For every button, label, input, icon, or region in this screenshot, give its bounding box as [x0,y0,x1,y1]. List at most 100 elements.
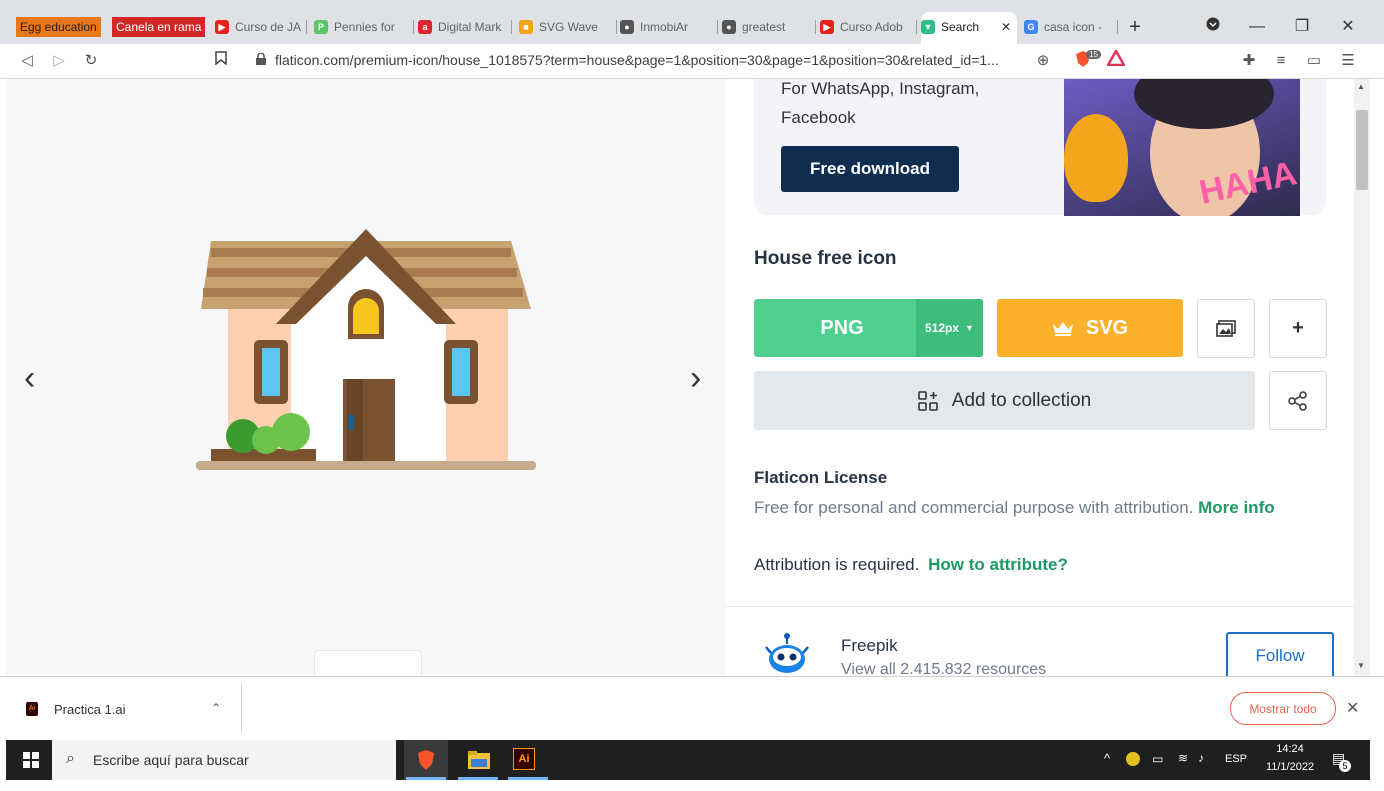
tab-search-icon[interactable] [1196,14,1230,40]
tab-label: Curso de JA [235,20,302,34]
icon-preview-pane: ‹ › [6,79,726,676]
tab-label: Search [941,20,980,34]
url-field[interactable]: flaticon.com/premium-icon/house_1018575?… [275,52,999,68]
forward-icon[interactable]: ▷ [48,50,70,72]
more-options-button[interactable]: + [1269,299,1327,358]
scroll-down-icon[interactable]: ▼ [1357,661,1365,670]
back-icon[interactable]: ◁ [16,50,38,72]
scroll-up-icon[interactable]: ▲ [1357,82,1365,91]
chevron-up-icon[interactable]: ⌃ [211,701,221,715]
folder-icon [468,751,490,769]
next-arrow-icon[interactable]: › [690,359,701,398]
tab-separator [306,20,307,34]
house-illustration [196,229,536,470]
browser-tab[interactable]: Gcasa icon - [1024,14,1118,40]
new-tab-button[interactable]: + [1118,14,1152,40]
bookmark-chip-egg[interactable]: Egg education [16,17,101,37]
close-window-icon[interactable]: ✕ [1331,14,1365,40]
minimize-icon[interactable]: — [1240,14,1274,40]
tray-app-icon[interactable] [1126,752,1140,766]
how-to-attribute-link[interactable]: How to attribute? [928,555,1068,574]
share-button[interactable] [1269,371,1327,430]
bookmark-icon[interactable] [210,50,232,72]
volume-icon[interactable]: ♪ [1198,751,1204,765]
browser-tab[interactable]: ▶ Curso Adob [820,14,917,40]
taskbar-search-box[interactable]: ⌕ Escribe aquí para buscar [52,740,396,780]
add-collection-label: Add to collection [951,389,1092,411]
promo-line-2: Facebook [781,108,856,127]
tab-label: InmobiAr [640,20,689,34]
file-explorer-button[interactable] [456,740,500,780]
license-text-row: Free for personal and commercial purpose… [754,498,1275,518]
more-info-link[interactable]: More info [1198,498,1275,517]
browser-tab[interactable]: ■ SVG Wave [519,14,617,40]
close-tab-icon[interactable]: ✕ [1001,20,1011,34]
close-downloads-icon[interactable]: ✕ [1346,698,1359,718]
browser-tab[interactable]: a Digital Mark [418,14,512,40]
tray-chevron-icon[interactable]: ^ [1104,751,1110,766]
tab-favicon-icon: ■ [519,20,533,34]
tab-favicon-icon: P [314,20,328,34]
menu-icon[interactable]: ☰ [1337,50,1359,72]
add-to-collection-button[interactable]: Add to collection [754,371,1255,430]
tab-favicon-icon: ▼ [921,20,935,34]
zoom-icon[interactable]: ⊕ [1032,50,1054,72]
svg-download-button[interactable]: SVG [997,299,1183,357]
tab-separator [717,20,718,34]
author-name[interactable]: Freepik [841,636,898,656]
follow-button[interactable]: Follow [1226,632,1334,676]
extensions-icon[interactable]: ✚ [1238,50,1260,72]
license-title: Flaticon License [754,468,888,487]
tab-label: Pennies for [334,20,395,34]
scrollbar-thumb[interactable] [1356,110,1368,190]
bookmark-chip-canela[interactable]: Canela en rama [112,17,206,37]
windows-start-icon[interactable] [23,752,39,768]
taskbar-search-placeholder: Escribe aquí para buscar [93,752,249,768]
free-download-button[interactable]: Free download [781,146,959,192]
notification-count-badge: 5 [1339,760,1351,772]
downloads-bar: Ai Practica 1.ai ⌃ Mostrar todo ✕ [0,676,1384,741]
ai-file-icon: Ai [26,702,38,716]
edit-icon-button[interactable] [1197,299,1255,358]
clock-time[interactable]: 14:24 [1268,743,1312,755]
reload-icon[interactable]: ↻ [80,50,102,72]
wifi-icon[interactable]: ≋ [1178,751,1188,765]
battery-icon[interactable]: ▭ [1152,752,1163,766]
illustrator-taskbar-button[interactable]: Ai [506,740,550,780]
show-all-downloads-button[interactable]: Mostrar todo [1230,692,1336,725]
clock-date[interactable]: 11/1/2022 [1254,761,1326,773]
tab-label: greatest [742,20,786,34]
image-edit-icon [1216,319,1236,337]
tab-favicon-icon: ▶ [215,20,229,34]
tab-favicon-icon: G [1024,20,1038,34]
rewards-icon[interactable] [1105,48,1127,72]
lock-icon[interactable] [250,50,272,72]
page-viewport: ‹ › For WhatsApp, Instagram, Facebook Fr… [0,79,1354,676]
author-resources-link[interactable]: View all 2.415.832 resources [841,661,1046,676]
tab-strip: Egg education Canela en rama ▶ Curso de J… [0,0,1384,44]
carousel-thumbnail[interactable] [314,650,422,676]
download-file-name[interactable]: Practica 1.ai [54,702,126,717]
png-download-button[interactable]: PNG 512px ▼ [754,299,983,357]
browser-tab[interactable]: ▶ Curso de JA [215,14,307,40]
crown-icon [1052,322,1073,336]
wallet-icon[interactable]: ▭ [1303,50,1325,72]
pineapple-sticker [1064,114,1128,202]
tab-favicon-icon: ▶ [820,20,834,34]
download-divider [241,683,242,733]
tab-favicon-icon: a [418,20,432,34]
previous-arrow-icon[interactable]: ‹ [24,359,35,398]
brave-taskbar-button[interactable] [404,740,448,780]
browser-tab[interactable]: ● InmobiAr [620,14,718,40]
license-text: Free for personal and commercial purpose… [754,498,1194,517]
collection-icon [917,390,938,411]
size-selector[interactable]: 512px ▼ [916,299,983,357]
browser-tab[interactable]: ● greatest [722,14,816,40]
restore-icon[interactable]: ❐ [1285,14,1319,40]
reading-list-icon[interactable]: ≡ [1270,50,1292,72]
tab-label: Digital Mark [438,20,502,34]
browser-tab[interactable]: P Pennies for [314,14,414,40]
language-indicator[interactable]: ESP [1225,753,1247,765]
illustrator-icon: Ai [513,748,535,770]
browser-tab[interactable]: ▼ Search ✕ [921,14,1017,40]
